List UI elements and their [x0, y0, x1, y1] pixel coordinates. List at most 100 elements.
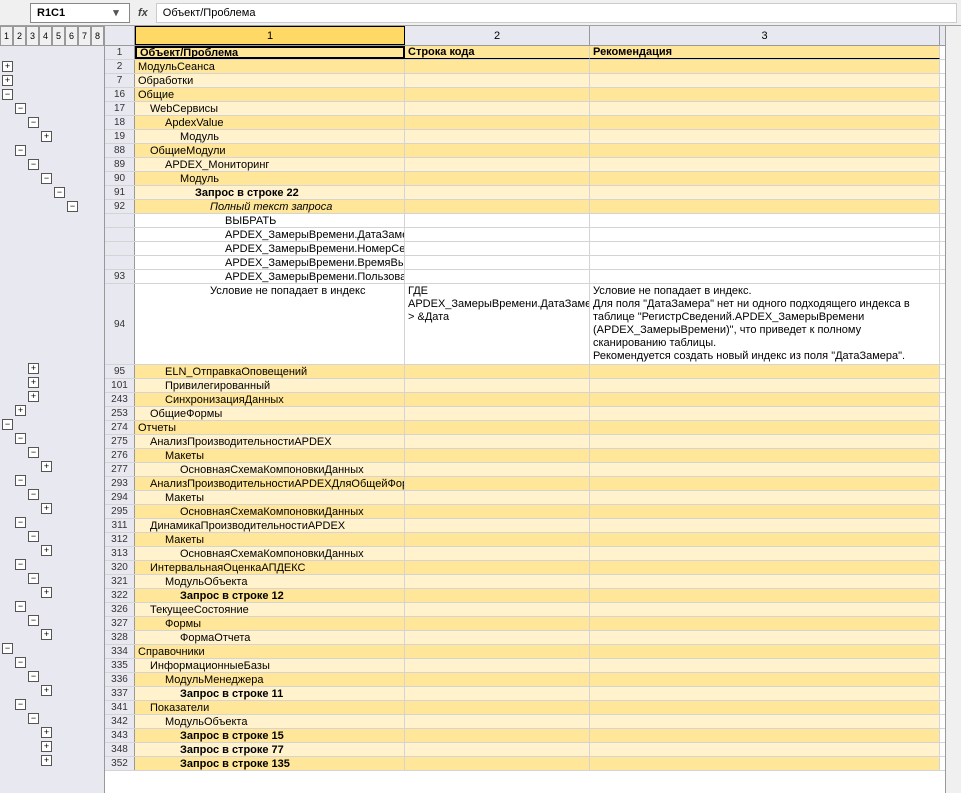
- cell-recommendation[interactable]: [590, 547, 940, 560]
- cell-object[interactable]: Полный текст запроса: [135, 200, 405, 213]
- row-number[interactable]: 335: [105, 659, 135, 672]
- row-number[interactable]: 321: [105, 575, 135, 588]
- row-number[interactable]: 94: [105, 284, 135, 364]
- outline-toggle[interactable]: −: [28, 713, 39, 724]
- cell-object[interactable]: ФормаОтчета: [135, 631, 405, 644]
- cell-recommendation[interactable]: [590, 463, 940, 476]
- cell-recommendation[interactable]: [590, 365, 940, 378]
- row-number[interactable]: 93: [105, 270, 135, 283]
- cell-recommendation[interactable]: [590, 393, 940, 406]
- cell-codeline[interactable]: ГДЕAPDEX_ЗамерыВремени.ДатаЗамера > &Дат…: [405, 284, 590, 364]
- row-number[interactable]: 341: [105, 701, 135, 714]
- row-number[interactable]: [105, 256, 135, 269]
- cell-recommendation[interactable]: [590, 617, 940, 630]
- cell-codeline[interactable]: [405, 519, 590, 532]
- outline-toggle[interactable]: +: [41, 629, 52, 640]
- cell-recommendation[interactable]: [590, 743, 940, 756]
- cell-codeline[interactable]: [405, 379, 590, 392]
- cell-codeline[interactable]: [405, 172, 590, 185]
- cell-codeline[interactable]: [405, 687, 590, 700]
- outline-level-7[interactable]: 7: [78, 26, 91, 46]
- cell-recommendation[interactable]: [590, 729, 940, 742]
- cell-object[interactable]: Запрос в строке 22: [135, 186, 405, 199]
- cell-recommendation[interactable]: [590, 701, 940, 714]
- row-number[interactable]: 17: [105, 102, 135, 115]
- cell-codeline[interactable]: [405, 407, 590, 420]
- outline-toggle[interactable]: +: [28, 377, 39, 388]
- row-number[interactable]: [105, 228, 135, 241]
- row-number[interactable]: 95: [105, 365, 135, 378]
- cell-object[interactable]: Запрос в строке 11: [135, 687, 405, 700]
- cell-codeline[interactable]: [405, 393, 590, 406]
- cell-object[interactable]: МодульОбъекта: [135, 715, 405, 728]
- cell-recommendation[interactable]: [590, 172, 940, 185]
- cell-recommendation[interactable]: [590, 519, 940, 532]
- cell-object[interactable]: Модуль: [135, 130, 405, 143]
- cell-recommendation[interactable]: [590, 144, 940, 157]
- cell-object[interactable]: ОбщиеФормы: [135, 407, 405, 420]
- outline-toggle[interactable]: +: [2, 75, 13, 86]
- outline-toggle[interactable]: −: [28, 615, 39, 626]
- cell-codeline[interactable]: [405, 365, 590, 378]
- outline-toggle[interactable]: +: [41, 503, 52, 514]
- cell-recommendation[interactable]: Условие не попадает в индекс.Для поля "Д…: [590, 284, 940, 364]
- cell-codeline[interactable]: [405, 228, 590, 241]
- outline-toggle[interactable]: +: [41, 755, 52, 766]
- outline-toggle[interactable]: +: [41, 685, 52, 696]
- cell-codeline[interactable]: [405, 729, 590, 742]
- cell-recommendation[interactable]: [590, 645, 940, 658]
- cell-recommendation[interactable]: [590, 88, 940, 101]
- cell-object[interactable]: ОсновнаяСхемаКомпоновкиДанных: [135, 463, 405, 476]
- name-box-dropdown-icon[interactable]: ▾: [109, 6, 123, 19]
- row-number[interactable]: 293: [105, 477, 135, 490]
- outline-toggle[interactable]: +: [41, 587, 52, 598]
- cell-object[interactable]: ДинамикаПроизводительностиAPDEX: [135, 519, 405, 532]
- cell-recommendation[interactable]: [590, 449, 940, 462]
- cell-recommendation[interactable]: [590, 130, 940, 143]
- outline-toggle[interactable]: −: [28, 489, 39, 500]
- outline-toggle[interactable]: −: [15, 103, 26, 114]
- cell-recommendation[interactable]: [590, 631, 940, 644]
- cell-object[interactable]: ВЫБРАТЬ: [135, 214, 405, 227]
- row-number[interactable]: 275: [105, 435, 135, 448]
- header-cell-object[interactable]: Объект/Проблема: [135, 46, 405, 59]
- outline-toggle[interactable]: −: [2, 643, 13, 654]
- header-cell-recommendation[interactable]: Рекомендация: [590, 46, 940, 59]
- cell-object[interactable]: Запрос в строке 12: [135, 589, 405, 602]
- row-number[interactable]: 92: [105, 200, 135, 213]
- cell-object[interactable]: Показатели: [135, 701, 405, 714]
- cell-codeline[interactable]: [405, 589, 590, 602]
- cell-object[interactable]: Запрос в строке 135: [135, 757, 405, 770]
- row-number[interactable]: 91: [105, 186, 135, 199]
- outline-level-1[interactable]: 1: [0, 26, 13, 46]
- row-number[interactable]: 89: [105, 158, 135, 171]
- outline-toggle[interactable]: −: [15, 433, 26, 444]
- vertical-scrollbar[interactable]: [945, 26, 961, 793]
- cell-object[interactable]: Запрос в строке 77: [135, 743, 405, 756]
- cell-recommendation[interactable]: [590, 116, 940, 129]
- cell-object[interactable]: APDEX_Мониторинг: [135, 158, 405, 171]
- cell-object[interactable]: МодульОбъекта: [135, 575, 405, 588]
- row-number[interactable]: 274: [105, 421, 135, 434]
- outline-toggle[interactable]: −: [15, 657, 26, 668]
- cell-recommendation[interactable]: [590, 715, 940, 728]
- outline-toggle[interactable]: +: [28, 391, 39, 402]
- row-number[interactable]: 7: [105, 74, 135, 87]
- cell-recommendation[interactable]: [590, 575, 940, 588]
- cell-codeline[interactable]: [405, 631, 590, 644]
- column-header-2[interactable]: 2: [405, 26, 590, 45]
- cell-recommendation[interactable]: [590, 589, 940, 602]
- cell-object[interactable]: Обработки: [135, 74, 405, 87]
- cell-codeline[interactable]: [405, 435, 590, 448]
- cell-object[interactable]: ИнформационныеБазы: [135, 659, 405, 672]
- cell-recommendation[interactable]: [590, 158, 940, 171]
- fx-icon[interactable]: fx: [138, 7, 148, 19]
- outline-level-8[interactable]: 8: [91, 26, 104, 46]
- outline-toggle[interactable]: −: [28, 531, 39, 542]
- cell-recommendation[interactable]: [590, 256, 940, 269]
- cell-codeline[interactable]: [405, 449, 590, 462]
- cell-codeline[interactable]: [405, 88, 590, 101]
- row-number[interactable]: 337: [105, 687, 135, 700]
- cell-recommendation[interactable]: [590, 102, 940, 115]
- cell-codeline[interactable]: [405, 491, 590, 504]
